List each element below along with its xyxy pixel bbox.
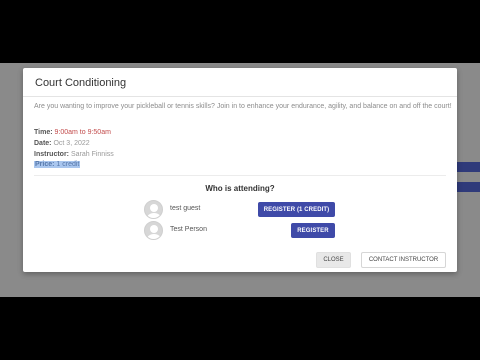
- video-letterbox-bottom: [0, 297, 480, 360]
- attendee-row: Test Person REGISTER: [144, 221, 336, 241]
- user-avatar-icon: [144, 200, 163, 219]
- contact-instructor-button[interactable]: CONTACT INSTRUCTOR: [361, 252, 446, 268]
- register-credit-button[interactable]: REGISTER (1 CREDIT): [258, 202, 335, 217]
- header-divider: [23, 96, 457, 97]
- instructor-label: Instructor:: [34, 151, 69, 158]
- time-label: Time:: [34, 129, 53, 136]
- price-label: Price:: [35, 161, 55, 168]
- video-letterbox-top: [0, 0, 480, 63]
- register-button[interactable]: REGISTER: [291, 223, 335, 238]
- instructor-value: Sarah Finniss: [70, 151, 114, 158]
- class-description: Are you wanting to improve your pickleba…: [34, 103, 452, 110]
- background-button-edge: [456, 182, 480, 192]
- user-avatar-icon: [144, 221, 163, 240]
- price-value: 1 credit: [56, 161, 80, 168]
- background-button-edge: [456, 162, 480, 172]
- attending-heading: Who is attending?: [205, 184, 275, 193]
- text-selection-highlight: Price: 1 credit: [34, 161, 81, 168]
- attendee-name: test guest: [170, 205, 201, 212]
- date-row: Date: Oct 3, 2022: [34, 139, 90, 149]
- section-divider: [34, 175, 446, 176]
- time-value: 9:00am to 9:50am: [54, 129, 111, 136]
- price-row: Price: 1 credit: [34, 160, 81, 170]
- class-details-modal: Court Conditioning Are you wanting to im…: [23, 68, 457, 272]
- time-row: Time: 9:00am to 9:50am: [34, 128, 111, 138]
- date-label: Date:: [34, 140, 52, 147]
- close-button[interactable]: CLOSE: [316, 252, 351, 268]
- instructor-row: Instructor: Sarah Finniss: [34, 150, 114, 160]
- attendee-name: Test Person: [170, 226, 207, 233]
- modal-title: Court Conditioning: [35, 77, 127, 89]
- date-value: Oct 3, 2022: [53, 140, 90, 147]
- attendee-row: test guest REGISTER (1 CREDIT): [144, 200, 336, 220]
